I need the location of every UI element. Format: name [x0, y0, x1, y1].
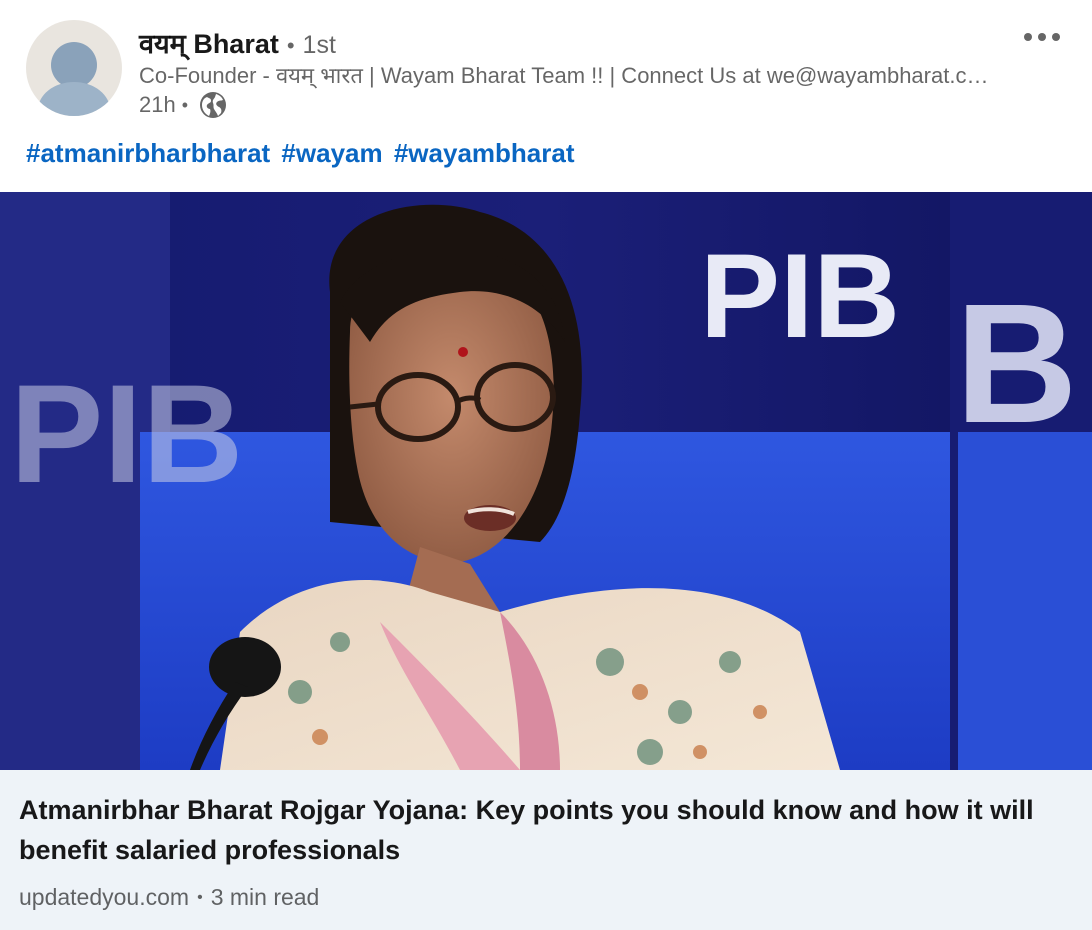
avatar-body-shape	[38, 82, 110, 116]
article-meta: updatedyou.com • 3 min read	[19, 884, 319, 911]
article-read-time: 3 min read	[210, 884, 320, 910]
banner-text-left: PIB	[10, 355, 243, 512]
post-image[interactable]: PIB PIB B	[0, 192, 1092, 770]
post-meta: 21h •	[139, 90, 228, 120]
ellipsis-icon-dot	[1052, 33, 1060, 41]
article-title[interactable]: Atmanirbhar Bharat Rojgar Yojana: Key po…	[19, 790, 1079, 870]
ellipsis-icon-dot	[1024, 33, 1032, 41]
actor-headline: Co-Founder - वयम् भारत | Wayam Bharat Te…	[139, 63, 989, 88]
banner-text-main: PIB	[700, 229, 900, 363]
feed-post: वयम् Bharat • 1st Co-Founder - वयम् भारत…	[0, 0, 1092, 930]
post-time: 21h	[139, 92, 176, 117]
article-card[interactable]: Atmanirbhar Bharat Rojgar Yojana: Key po…	[0, 770, 1092, 930]
hashtag-link[interactable]: #atmanirbharbharat	[26, 138, 270, 168]
time-separator: •	[181, 94, 189, 115]
post-options-button[interactable]	[1012, 20, 1072, 54]
actor-avatar[interactable]	[26, 20, 122, 116]
hashtag-link[interactable]: #wayambharat	[394, 138, 575, 168]
article-source: updatedyou.com	[19, 884, 190, 910]
hashtag-link[interactable]: #wayam	[281, 138, 382, 168]
globe-icon	[198, 90, 228, 120]
post-photo: PIB PIB B	[0, 192, 1092, 770]
actor-line: वयम् Bharat • 1st	[139, 24, 336, 61]
connection-degree: 1st	[302, 31, 336, 59]
article-meta-separator: •	[197, 888, 203, 906]
degree-separator: •	[286, 33, 295, 58]
banner-text-right: B	[955, 269, 1078, 459]
ellipsis-icon-dot	[1038, 33, 1046, 41]
post-hashtags: #atmanirbharbharat #wayam #wayambharat	[26, 138, 579, 169]
actor-name[interactable]: वयम् Bharat	[139, 24, 279, 61]
